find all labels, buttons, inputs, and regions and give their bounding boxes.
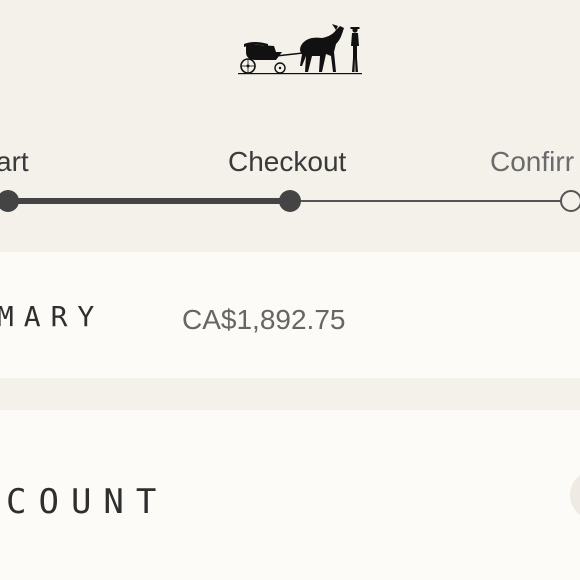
progress-line-completed bbox=[8, 198, 290, 204]
step-cart-label[interactable]: art bbox=[0, 146, 29, 178]
step-confirm-dot bbox=[560, 190, 580, 212]
checkout-page: art Checkout Confirr MMARY CA$1,892.75 C… bbox=[0, 0, 580, 580]
summary-total-amount: CA$1,892.75 bbox=[182, 304, 346, 335]
account-panel[interactable]: COUNT bbox=[0, 410, 580, 580]
order-summary-panel[interactable]: MMARY CA$1,892.75 bbox=[0, 252, 580, 378]
step-confirm-label: Confirr bbox=[490, 146, 575, 177]
summary-title: MMARY bbox=[0, 300, 105, 333]
progress-line-upcoming bbox=[290, 200, 570, 202]
account-title: COUNT bbox=[6, 482, 169, 522]
step-cart-dot[interactable] bbox=[0, 190, 19, 212]
step-checkout-label: Checkout bbox=[228, 146, 347, 177]
step-checkout-dot bbox=[279, 190, 301, 212]
checkout-progress-stepper: art Checkout Confirr bbox=[0, 138, 580, 230]
horse-carriage-logo-icon bbox=[238, 24, 362, 75]
